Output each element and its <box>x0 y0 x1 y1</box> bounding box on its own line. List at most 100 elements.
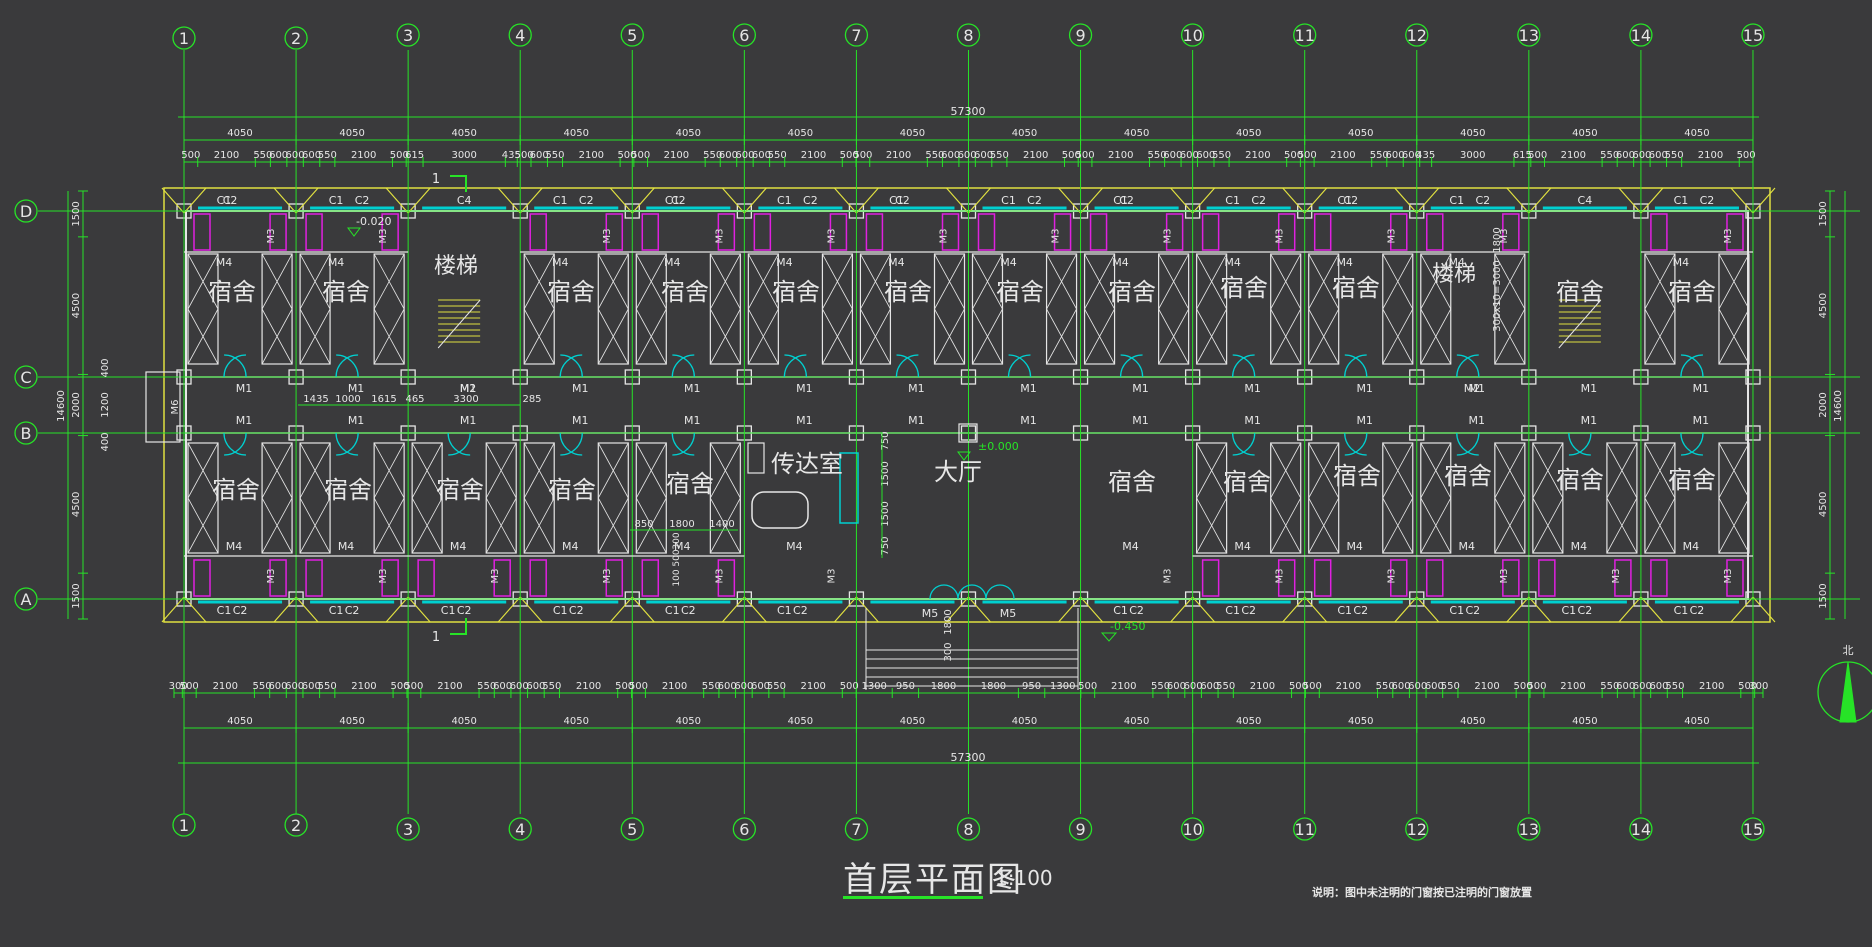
axis-label-bottom-11: 11 <box>1295 820 1315 839</box>
room-label-dorm: 宿舍 <box>772 278 820 306</box>
wardrobe <box>1718 253 1750 365</box>
level-floor: ±0.000 <box>978 440 1019 453</box>
toilet-wall <box>865 213 884 251</box>
wardrobe <box>261 253 293 365</box>
wardrobe-frame <box>1606 442 1638 554</box>
window-tag-c1: C1 <box>217 604 232 617</box>
wardrobe <box>1270 253 1302 365</box>
wardrobe-frame <box>821 253 854 365</box>
door-tag-m4: M4 <box>1346 540 1363 553</box>
toilet-wall <box>1313 213 1332 251</box>
window-tag-c2: C2 <box>457 604 472 617</box>
door-tag-m4: M4 <box>1571 540 1588 553</box>
door-tag-m1: M1 <box>1693 414 1710 427</box>
window-dim-top-value: 550 <box>318 150 337 161</box>
room-label-stair: 楼梯 <box>434 254 478 279</box>
door-tag-m4: M4 <box>888 256 905 269</box>
room-label-dorm: 宿舍 <box>1668 466 1716 494</box>
section-cut-bottom <box>450 618 467 635</box>
axis-label-bottom-6: 6 <box>739 820 749 839</box>
door-tag-m6: M6 <box>170 400 181 415</box>
door-tag-m5: M5 <box>1000 607 1017 620</box>
window-tag-c1: C1 <box>1561 604 1576 617</box>
bay-dim-bottom-value: 4050 <box>339 716 364 727</box>
door-tag-m4: M4 <box>1459 540 1476 553</box>
wardrobe <box>1718 442 1750 554</box>
window-dim-top-value: 2100 <box>664 150 689 161</box>
door-tag-m3: M3 <box>714 569 725 584</box>
toilet-wall <box>529 559 547 597</box>
door-tag-m3: M3 <box>378 229 389 244</box>
door-tag-m4: M4 <box>552 256 569 269</box>
corridor-dim-value: 1435 <box>303 394 328 405</box>
left-dim-value: 1500 <box>71 201 82 226</box>
door-tag-m4: M4 <box>338 540 355 553</box>
door-tag-m1: M1 <box>1469 414 1486 427</box>
window-dim-top-value: 550 <box>545 150 564 161</box>
room-label-dorm: 宿舍 <box>661 278 709 306</box>
door-tag-m4: M4 <box>1449 256 1466 269</box>
left-dim-value: 2000 <box>71 392 82 417</box>
left-inner-dim: 400 <box>100 432 111 451</box>
window-dim-bottom-value: 1800 <box>981 681 1006 692</box>
window-tag-c1: C1 <box>1674 194 1689 207</box>
room-label-dorm: 宿舍 <box>1332 274 1380 302</box>
window-tag-c2: C2 <box>793 604 808 617</box>
window-tag-c1: C1 <box>777 194 792 207</box>
wardrobe-frame <box>1420 442 1452 554</box>
north-arrow-pointer <box>1839 661 1857 723</box>
wardrobe <box>1532 442 1564 554</box>
level-outside: -0.450 <box>1110 620 1145 633</box>
door-tag-m1: M1 <box>236 382 253 395</box>
window-tag-c1: C1 <box>1449 604 1464 617</box>
axis-label-bottom-14: 14 <box>1631 820 1651 839</box>
corridor-dim-value: 285 <box>522 394 541 405</box>
room-label-dorm: 宿舍 <box>1556 466 1604 494</box>
door-tag-m1: M1 <box>236 414 253 427</box>
toilet-wall <box>1089 213 1108 251</box>
wardrobe <box>933 253 966 365</box>
overall-dim-right-value: 14600 <box>1833 390 1844 422</box>
door-tag-m1: M1 <box>1693 382 1710 395</box>
window-dim-top-value: 550 <box>1665 150 1684 161</box>
toilet-wall <box>641 559 660 597</box>
window-dim-bottom-value: 550 <box>542 681 561 692</box>
door-tag-m4: M4 <box>562 540 579 553</box>
window-tag-c2: C2 <box>233 604 248 617</box>
wardrobe <box>1606 442 1638 554</box>
axis-label-top-2: 2 <box>291 29 301 48</box>
section-mark-bottom: 1 <box>432 630 440 645</box>
right-dim-value: 4500 <box>1818 293 1829 318</box>
room-label-dorm: 宿舍 <box>1444 462 1492 490</box>
wardrobe-frame <box>709 442 741 554</box>
window-tag-c1: C1 <box>553 194 568 207</box>
window-tag-c2: C2 <box>579 194 594 207</box>
window-tag-c2: C2 <box>1251 194 1266 207</box>
wardrobe-frame <box>261 253 293 365</box>
window-dim-top-value: 2100 <box>579 150 604 161</box>
room-label-dorm: 宿舍 <box>996 278 1044 306</box>
door-tag-m3: M3 <box>378 569 389 584</box>
door-tag-m1: M1 <box>572 414 589 427</box>
window-dim-bottom-value: 2100 <box>1474 681 1499 692</box>
right-dim-value: 2000 <box>1818 392 1829 417</box>
axis-label-D: D <box>20 202 32 221</box>
bay-dim-bottom-value: 4050 <box>1460 716 1485 727</box>
door-tag-m1: M1 <box>1356 414 1373 427</box>
drawing-scale: 1:100 <box>995 866 1053 890</box>
section-cut-top <box>450 175 467 192</box>
window-tag-c1: C1 <box>1113 604 1128 617</box>
axis-label-top-12: 12 <box>1407 26 1427 45</box>
axis-label-B: B <box>21 424 32 443</box>
bay-dim-top-value: 4050 <box>1012 128 1037 139</box>
window-dim-bottom-value: 950 <box>1022 681 1041 692</box>
wardrobe-frame <box>1382 253 1414 365</box>
window-dim-top-value: 2100 <box>214 150 239 161</box>
room-label-dorm: 宿舍 <box>1220 274 1268 302</box>
bay-dim-bottom-value: 4050 <box>1348 716 1373 727</box>
door-tag-m3: M3 <box>490 569 501 584</box>
room-label-dorm: 宿舍 <box>1108 278 1156 306</box>
window-dim-top-value: 2100 <box>1561 150 1586 161</box>
door-tag-m1: M1 <box>1244 414 1261 427</box>
right-dim-value: 1500 <box>1818 583 1829 608</box>
